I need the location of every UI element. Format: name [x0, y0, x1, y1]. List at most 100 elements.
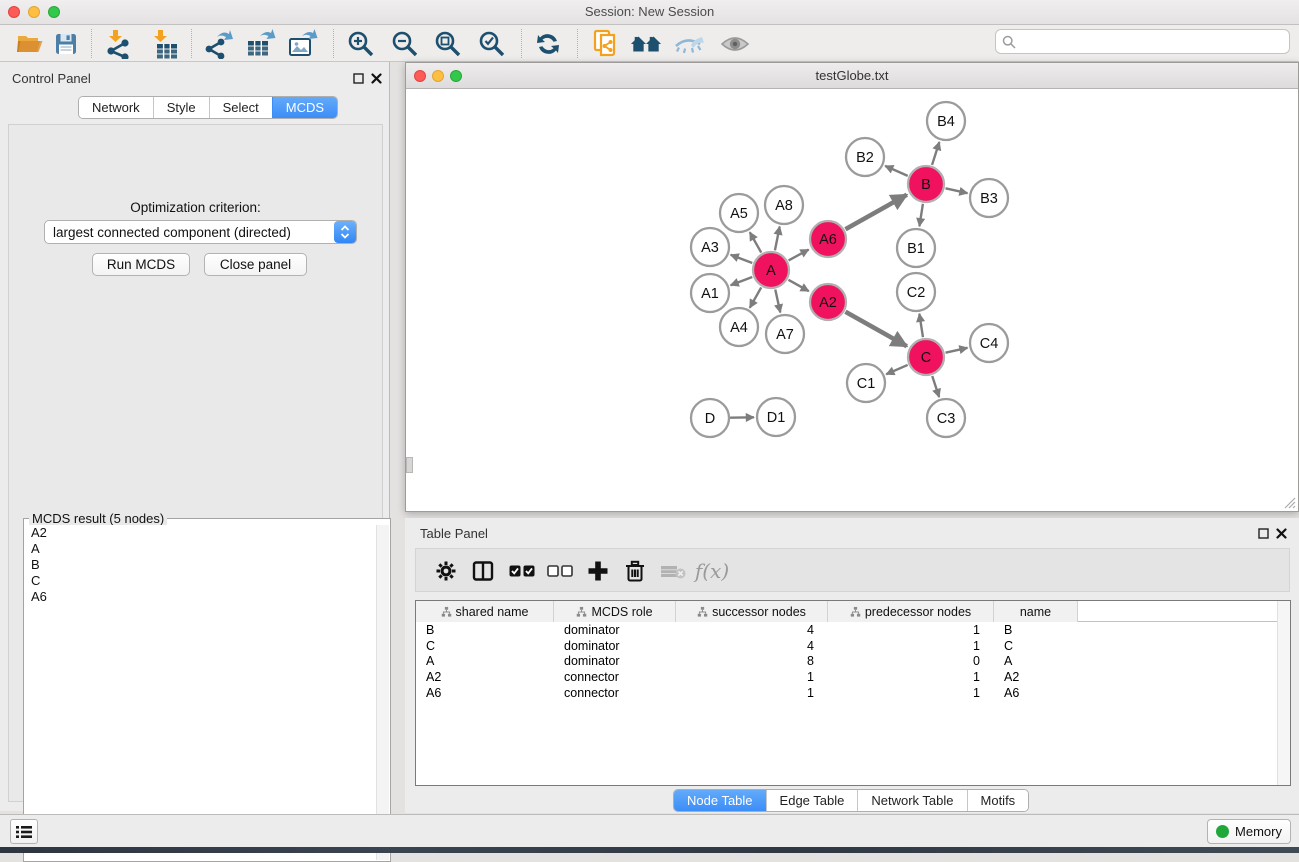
graph-node-C3[interactable]: C3: [927, 399, 965, 437]
graph-node-B3[interactable]: B3: [970, 179, 1008, 217]
table-row[interactable]: A2connector11A2: [416, 669, 1290, 685]
graph-node-C1[interactable]: C1: [847, 364, 885, 402]
tab-network[interactable]: Network: [79, 97, 153, 118]
graph-edge-A6-B[interactable]: [845, 195, 906, 229]
graph-node-C4[interactable]: C4: [970, 324, 1008, 362]
tab-mcds[interactable]: MCDS: [272, 97, 337, 118]
import-table-icon[interactable]: [147, 28, 179, 60]
criterion-select[interactable]: largest connected component (directed): [44, 220, 357, 244]
network-canvas[interactable]: B4B2BB3A8A5A6A3B1AA1C2A2A4A7C4CC1C3DD1: [406, 89, 1298, 511]
new-network-from-selection-icon[interactable]: [591, 28, 623, 60]
show-all-icon[interactable]: [719, 28, 751, 60]
deselect-all-rows-icon[interactable]: [544, 555, 576, 587]
graph-node-A6[interactable]: A6: [810, 221, 846, 257]
column-header-shared-name[interactable]: shared name: [416, 601, 554, 622]
graph-edge-A-A2[interactable]: [788, 280, 808, 291]
graph-edge-C-C1[interactable]: [886, 365, 907, 374]
tab-node-table[interactable]: Node Table: [674, 790, 766, 811]
tab-select[interactable]: Select: [209, 97, 272, 118]
resize-grip-icon[interactable]: [1282, 495, 1296, 509]
result-item[interactable]: C: [25, 573, 377, 589]
mcds-result-list[interactable]: A2ABCA6: [25, 525, 377, 860]
memory-button[interactable]: Memory: [1207, 819, 1291, 844]
first-neighbors-icon[interactable]: [630, 28, 662, 60]
result-scrollbar[interactable]: [376, 525, 389, 860]
zoom-in-icon[interactable]: [345, 28, 377, 60]
column-header-name[interactable]: name: [994, 601, 1078, 622]
graph-edge-A2-C[interactable]: [845, 312, 906, 346]
float-panel-icon[interactable]: [353, 73, 364, 84]
close-panel-button[interactable]: Close panel: [204, 253, 307, 276]
graph-node-A2[interactable]: A2: [810, 284, 846, 320]
network-graph[interactable]: B4B2BB3A8A5A6A3B1AA1C2A2A4A7C4CC1C3DD1: [406, 89, 1298, 511]
graph-node-A3[interactable]: A3: [691, 228, 729, 266]
graph-edge-B-B1[interactable]: [919, 204, 923, 227]
add-column-icon[interactable]: [582, 555, 614, 587]
tab-edge-table[interactable]: Edge Table: [766, 790, 858, 811]
minimize-window-button[interactable]: [28, 6, 40, 18]
table-scrollbar[interactable]: [1277, 601, 1290, 785]
graph-edge-C-C4[interactable]: [946, 348, 968, 353]
maximize-view-button[interactable]: [450, 70, 462, 82]
graph-edge-A-A5[interactable]: [750, 232, 761, 252]
open-file-icon[interactable]: [14, 28, 46, 60]
graph-edge-A-A8[interactable]: [775, 227, 780, 251]
column-header-predecessor-nodes[interactable]: predecessor nodes: [828, 601, 994, 622]
graph-node-B2[interactable]: B2: [846, 138, 884, 176]
graph-node-C[interactable]: C: [908, 339, 944, 375]
search-input[interactable]: [1020, 34, 1289, 49]
close-panel-icon[interactable]: [371, 73, 382, 84]
save-session-icon[interactable]: [50, 28, 82, 60]
graph-edge-B-B4[interactable]: [932, 142, 939, 165]
graph-node-D[interactable]: D: [691, 399, 729, 437]
tab-style[interactable]: Style: [153, 97, 209, 118]
graph-node-B1[interactable]: B1: [897, 229, 935, 267]
close-window-button[interactable]: [8, 6, 20, 18]
graph-edge-B-B2[interactable]: [885, 166, 908, 176]
graph-node-A1[interactable]: A1: [691, 274, 729, 312]
table-row[interactable]: A6connector11A6: [416, 685, 1290, 701]
run-mcds-button[interactable]: Run MCDS: [92, 253, 190, 276]
table-row[interactable]: Bdominator41B: [416, 622, 1290, 638]
zoom-out-icon[interactable]: [389, 28, 421, 60]
graph-node-B[interactable]: B: [908, 166, 944, 202]
minimize-view-button[interactable]: [432, 70, 444, 82]
network-window-titlebar[interactable]: testGlobe.txt: [406, 63, 1298, 89]
graph-node-A7[interactable]: A7: [766, 315, 804, 353]
column-visibility-icon[interactable]: [467, 555, 499, 587]
result-item[interactable]: B: [25, 557, 377, 573]
maximize-window-button[interactable]: [48, 6, 60, 18]
float-table-panel-icon[interactable]: [1258, 528, 1269, 539]
graph-node-A[interactable]: A: [753, 252, 789, 288]
hide-selected-icon[interactable]: [673, 28, 705, 60]
close-view-button[interactable]: [414, 70, 426, 82]
result-item[interactable]: A: [25, 541, 377, 557]
zoom-selected-icon[interactable]: [476, 28, 508, 60]
graph-node-A8[interactable]: A8: [765, 186, 803, 224]
graph-node-D1[interactable]: D1: [757, 398, 795, 436]
tab-motifs[interactable]: Motifs: [967, 790, 1029, 811]
graph-edge-A-A4[interactable]: [750, 287, 761, 307]
graph-edge-A-A3[interactable]: [731, 255, 753, 263]
graph-edge-C-C2[interactable]: [919, 314, 923, 337]
tab-network-table[interactable]: Network Table: [857, 790, 966, 811]
table-settings-icon[interactable]: [430, 555, 462, 587]
graph-node-C2[interactable]: C2: [897, 273, 935, 311]
graph-edge-A-A7[interactable]: [775, 290, 780, 313]
graph-node-A4[interactable]: A4: [720, 308, 758, 346]
delete-column-icon[interactable]: [619, 555, 651, 587]
column-header-successor-nodes[interactable]: successor nodes: [676, 601, 828, 622]
select-all-rows-icon[interactable]: [506, 555, 538, 587]
table-row[interactable]: Adominator80A: [416, 654, 1290, 670]
search-field[interactable]: [995, 29, 1290, 54]
graph-edge-A-A6[interactable]: [789, 250, 809, 261]
export-image-icon[interactable]: [287, 28, 319, 60]
task-history-button[interactable]: [10, 819, 38, 844]
result-item[interactable]: A2: [25, 525, 377, 541]
apply-layout-icon[interactable]: [532, 28, 564, 60]
zoom-fit-icon[interactable]: [432, 28, 464, 60]
import-network-icon[interactable]: [102, 28, 134, 60]
table-row[interactable]: Cdominator41C: [416, 638, 1290, 654]
graph-edge-B-B3[interactable]: [946, 188, 968, 193]
result-item[interactable]: A6: [25, 589, 377, 605]
